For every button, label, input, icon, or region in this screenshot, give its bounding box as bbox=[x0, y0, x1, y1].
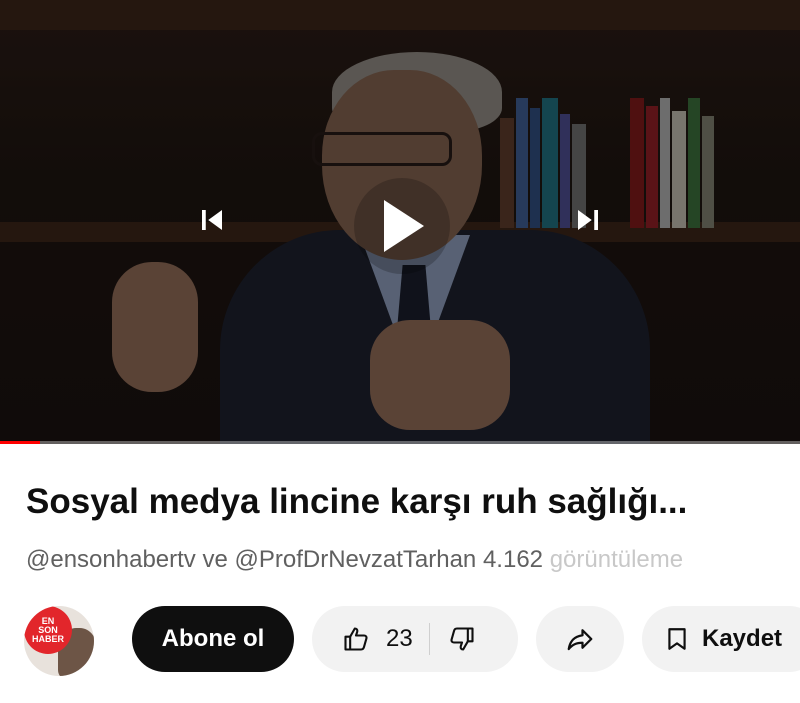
bookmark-icon bbox=[668, 628, 686, 650]
save-button[interactable]: Kaydet bbox=[642, 606, 800, 672]
save-label: Kaydet bbox=[702, 625, 783, 652]
share-button[interactable] bbox=[536, 606, 624, 672]
dislike-button[interactable] bbox=[430, 606, 476, 672]
thumb-up-icon bbox=[344, 627, 368, 651]
skip-next-icon[interactable] bbox=[552, 184, 624, 256]
view-count: 4.162 bbox=[482, 546, 544, 573]
views-label: görüntüleme bbox=[549, 546, 684, 573]
progress-fill bbox=[0, 441, 40, 444]
share-icon bbox=[567, 629, 593, 651]
like-button[interactable]: 23 bbox=[312, 606, 413, 672]
thumb-down-icon bbox=[450, 627, 474, 651]
progress-bar[interactable] bbox=[0, 441, 800, 444]
like-dislike-group: 23 bbox=[312, 606, 518, 672]
play-icon[interactable] bbox=[354, 178, 450, 274]
like-count: 23 bbox=[386, 625, 413, 652]
channel-avatar[interactable]: EN SON HABER bbox=[24, 606, 94, 676]
channel-logo: EN SON HABER bbox=[24, 606, 72, 654]
video-meta[interactable]: @ensonhabertv ve @ProfDrNevzatTarhan 4.1… bbox=[26, 546, 800, 574]
video-player[interactable] bbox=[0, 0, 800, 444]
video-title[interactable]: Sosyal medya lincine karşı ruh sağlığı..… bbox=[26, 482, 687, 522]
skip-previous-icon[interactable] bbox=[176, 184, 248, 256]
subscribe-button[interactable]: Abone ol bbox=[132, 606, 294, 672]
channel-handles: @ensonhabertv ve @ProfDrNevzatTarhan bbox=[26, 546, 477, 573]
